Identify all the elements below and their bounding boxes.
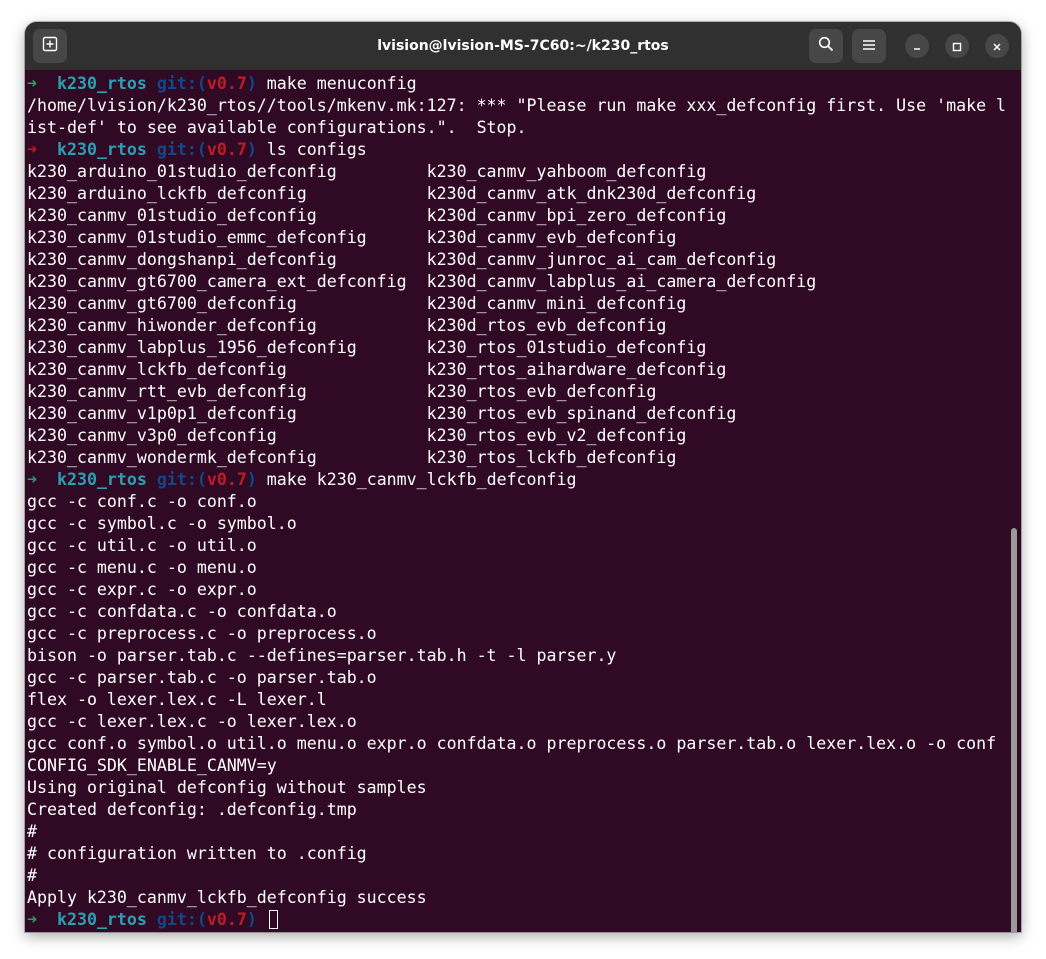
prompt-directory: k230_rtos	[56, 470, 157, 489]
maximize-button[interactable]	[945, 34, 969, 58]
prompt-line: ➜ k230_rtos git:(v0.7) make menuconfig	[27, 73, 1006, 95]
output-line: k230_arduino_lckfb_defconfig k230d_canmv…	[27, 184, 757, 203]
hamburger-menu-icon	[862, 37, 876, 56]
output-line: gcc -c menu.c -o menu.o	[27, 558, 257, 577]
output-line: gcc -c confdata.c -o confdata.o	[27, 602, 337, 621]
output-line: k230_canmv_lckfb_defconfig k230_rtos_aih…	[27, 360, 727, 379]
prompt-line: ➜ k230_rtos git:(v0.7) ls configs	[27, 139, 1006, 161]
scrollbar[interactable]	[1011, 528, 1017, 932]
text-cursor	[268, 910, 278, 929]
output-line: Apply k230_canmv_lckfb_defconfig success	[27, 888, 427, 907]
prompt-arrow-icon: ➜	[27, 74, 57, 93]
prompt-git-label: git:(	[156, 470, 207, 489]
command-text: make menuconfig	[256, 74, 417, 93]
output-line: k230_canmv_dongshanpi_defconfig k230d_ca…	[27, 250, 777, 269]
output-line: k230_canmv_hiwonder_defconfig k230d_rtos…	[27, 316, 667, 335]
prompt-directory: k230_rtos	[56, 910, 157, 929]
command-text: make k230_canmv_lckfb_defconfig	[256, 470, 577, 489]
prompt-branch: v0.7	[206, 470, 247, 489]
output-line: #	[27, 866, 37, 885]
prompt-branch: v0.7	[206, 140, 247, 159]
output-line: gcc -c lexer.lex.c -o lexer.lex.o	[27, 712, 357, 731]
prompt-git-label: git:(	[156, 910, 207, 929]
prompt-git-close: )	[246, 74, 257, 93]
output-line: /home/lvision/k230_rtos//tools/mkenv.mk:…	[27, 96, 1007, 115]
output-line: gcc -c expr.c -o expr.o	[27, 580, 257, 599]
command-text	[257, 910, 267, 929]
output-line: #	[27, 822, 37, 841]
prompt-git-label: git:(	[156, 140, 207, 159]
title-bar[interactable]: lvision@lvision-MS-7C60:~/k230_rtos	[25, 22, 1021, 70]
prompt-git-label: git:(	[156, 74, 207, 93]
output-line: k230_canmv_v3p0_defconfig k230_rtos_evb_…	[27, 426, 687, 445]
output-line: k230_canmv_01studio_emmc_defconfig k230d…	[27, 228, 677, 247]
output-line: k230_canmv_gt6700_camera_ext_defconfig k…	[27, 272, 817, 291]
output-line: k230_arduino_01studio_defconfig k230_can…	[27, 162, 707, 181]
output-line: k230_canmv_wondermk_defconfig k230_rtos_…	[27, 448, 677, 467]
minimize-icon	[912, 37, 922, 56]
prompt-git-close: )	[246, 470, 257, 489]
prompt-error-arrow-icon: ➜	[27, 140, 57, 159]
prompt-branch: v0.7	[206, 910, 247, 929]
output-line: gcc -c conf.c -o conf.o	[27, 492, 257, 511]
prompt-arrow-icon: ➜	[27, 470, 57, 489]
terminal-window: lvision@lvision-MS-7C60:~/k230_rtos ➜ k2…	[25, 22, 1021, 932]
output-line: CONFIG_SDK_ENABLE_CANMV=y	[27, 756, 277, 775]
terminal-lines: ➜ k230_rtos git:(v0.7) make menuconfig/h…	[27, 73, 1006, 931]
prompt-line: ➜ k230_rtos git:(v0.7) make k230_canmv_l…	[27, 469, 1006, 491]
menu-button[interactable]	[852, 29, 886, 63]
output-line: bison -o parser.tab.c --defines=parser.t…	[27, 646, 617, 665]
output-line: ist-def' to see available configurations…	[27, 118, 527, 137]
search-button[interactable]	[809, 29, 843, 63]
output-line: flex -o lexer.lex.c -L lexer.l	[27, 690, 327, 709]
close-button[interactable]	[985, 34, 1009, 58]
close-icon	[992, 37, 1002, 56]
output-line: k230_canmv_01studio_defconfig k230d_canm…	[27, 206, 727, 225]
output-line: k230_canmv_labplus_1956_defconfig k230_r…	[27, 338, 707, 357]
output-line: gcc -c parser.tab.c -o parser.tab.o	[27, 668, 377, 687]
output-line: Using original defconfig without samples	[27, 778, 427, 797]
output-line: gcc -c preprocess.c -o preprocess.o	[27, 624, 377, 643]
output-line: gcc -c symbol.c -o symbol.o	[27, 514, 297, 533]
prompt-arrow-icon: ➜	[27, 910, 57, 929]
output-line: gcc conf.o symbol.o util.o menu.o expr.o…	[27, 734, 997, 753]
output-line: gcc -c util.c -o util.o	[27, 536, 257, 555]
prompt-directory: k230_rtos	[56, 140, 157, 159]
output-line: k230_canmv_rtt_evb_defconfig k230_rtos_e…	[27, 382, 657, 401]
prompt-directory: k230_rtos	[56, 74, 157, 93]
output-line: k230_canmv_gt6700_defconfig k230d_canmv_…	[27, 294, 687, 313]
terminal-output-area[interactable]: ➜ k230_rtos git:(v0.7) make menuconfig/h…	[25, 70, 1021, 932]
prompt-git-close: )	[246, 140, 257, 159]
prompt-git-close: )	[246, 910, 257, 929]
search-icon	[818, 36, 834, 56]
minimize-button[interactable]	[905, 34, 929, 58]
prompt-branch: v0.7	[206, 74, 247, 93]
prompt-line: ➜ k230_rtos git:(v0.7)	[27, 909, 1006, 931]
output-line: # configuration written to .config	[27, 844, 367, 863]
maximize-icon	[952, 37, 962, 56]
output-line: Created defconfig: .defconfig.tmp	[27, 800, 357, 819]
output-line: k230_canmv_v1p0p1_defconfig k230_rtos_ev…	[27, 404, 737, 423]
command-text: ls configs	[256, 140, 367, 159]
